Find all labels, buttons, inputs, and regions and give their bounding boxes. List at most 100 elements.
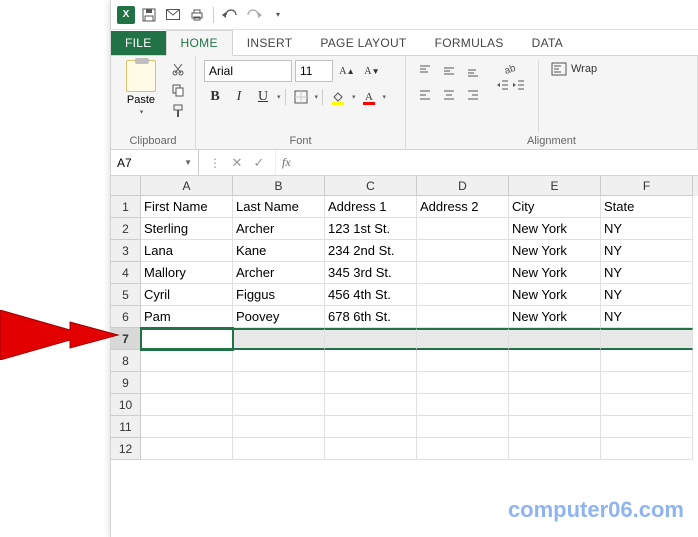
enter-icon[interactable]: ✓ [249,153,269,173]
borders-icon[interactable] [290,86,312,108]
cell[interactable] [509,416,601,438]
cell[interactable] [417,240,509,262]
cell[interactable]: 234 2nd St. [325,240,417,262]
increase-indent-icon[interactable] [512,78,526,92]
row-header[interactable]: 2 [111,218,141,240]
col-header-E[interactable]: E [509,176,601,196]
worksheet-grid[interactable]: A B C D E F 1First NameLast NameAddress … [111,176,698,460]
cell[interactable]: 123 1st St. [325,218,417,240]
align-right-icon[interactable] [462,84,484,106]
font-size-combo[interactable] [295,60,333,82]
cell[interactable] [417,284,509,306]
cell[interactable] [141,416,233,438]
cell[interactable]: New York [509,284,601,306]
grow-font-icon[interactable]: A▲ [336,60,358,82]
cell[interactable] [141,394,233,416]
cell[interactable] [509,372,601,394]
cancel-icon[interactable]: ✕ [227,153,247,173]
cell[interactable] [325,328,417,350]
cut-icon[interactable] [169,60,187,78]
italic-button[interactable]: I [228,86,250,108]
cell[interactable]: Lana [141,240,233,262]
cell[interactable] [417,350,509,372]
cell[interactable]: NY [601,306,693,328]
cell[interactable]: Kane [233,240,325,262]
cell[interactable] [325,438,417,460]
cell[interactable]: Poovey [233,306,325,328]
email-icon[interactable] [163,5,183,25]
cell[interactable] [509,350,601,372]
align-top-icon[interactable] [414,60,436,82]
col-header-F[interactable]: F [601,176,693,196]
row-header[interactable]: 3 [111,240,141,262]
formula-input[interactable] [297,150,698,175]
chevron-down-icon[interactable]: ▾ [315,93,319,101]
row-header[interactable]: 10 [111,394,141,416]
row-header[interactable]: 4 [111,262,141,284]
font-name-combo[interactable] [204,60,292,82]
cell[interactable] [601,372,693,394]
chevron-down-icon[interactable]: ▾ [352,93,356,101]
cell[interactable] [601,328,693,350]
tab-formulas[interactable]: FORMULAS [421,31,518,55]
cell[interactable] [141,438,233,460]
row-header[interactable]: 12 [111,438,141,460]
cell[interactable]: New York [509,306,601,328]
align-bottom-icon[interactable] [462,60,484,82]
format-painter-icon[interactable] [169,102,187,120]
fx-icon[interactable]: fx [276,150,297,175]
cell[interactable] [141,372,233,394]
cell[interactable] [233,394,325,416]
cell[interactable]: 345 3rd St. [325,262,417,284]
row-header[interactable]: 1 [111,196,141,218]
cell[interactable]: First Name [141,196,233,218]
cell[interactable] [417,306,509,328]
quickprint-icon[interactable] [187,5,207,25]
cell[interactable]: Last Name [233,196,325,218]
cell[interactable] [601,394,693,416]
font-color-icon[interactable]: A [358,86,380,108]
row-header[interactable]: 9 [111,372,141,394]
cell[interactable]: City [509,196,601,218]
tab-page-layout[interactable]: PAGE LAYOUT [306,31,420,55]
redo-icon[interactable] [244,5,264,25]
undo-icon[interactable] [220,5,240,25]
name-box[interactable]: A7 ▼ [111,150,199,175]
col-header-D[interactable]: D [417,176,509,196]
cell[interactable] [233,328,325,350]
cell[interactable] [233,350,325,372]
fill-color-icon[interactable] [327,86,349,108]
decrease-indent-icon[interactable] [496,78,510,92]
cell[interactable]: Archer [233,262,325,284]
cell[interactable] [233,372,325,394]
select-all-corner[interactable] [111,176,141,196]
cell[interactable] [417,262,509,284]
cell[interactable]: Archer [233,218,325,240]
shrink-font-icon[interactable]: A▼ [361,60,383,82]
cell[interactable] [325,350,417,372]
cell[interactable] [417,394,509,416]
col-header-B[interactable]: B [233,176,325,196]
col-header-A[interactable]: A [141,176,233,196]
underline-button[interactable]: U [252,86,274,108]
cell[interactable] [141,328,233,350]
row-header[interactable]: 11 [111,416,141,438]
copy-icon[interactable] [169,81,187,99]
cell[interactable] [601,438,693,460]
cell[interactable] [233,416,325,438]
cell[interactable] [417,218,509,240]
cell[interactable] [325,416,417,438]
cell[interactable]: New York [509,262,601,284]
cell[interactable]: State [601,196,693,218]
cell[interactable]: Cyril [141,284,233,306]
orientation-icon[interactable]: ab [496,60,526,76]
tab-home[interactable]: HOME [166,30,233,56]
cell[interactable] [141,350,233,372]
cell[interactable] [417,416,509,438]
chevron-down-icon[interactable]: ▾ [383,93,387,101]
cell[interactable] [601,416,693,438]
cell[interactable]: NY [601,262,693,284]
paste-button[interactable]: Paste ▾ [119,60,163,133]
cell[interactable]: New York [509,218,601,240]
cell[interactable]: Pam [141,306,233,328]
